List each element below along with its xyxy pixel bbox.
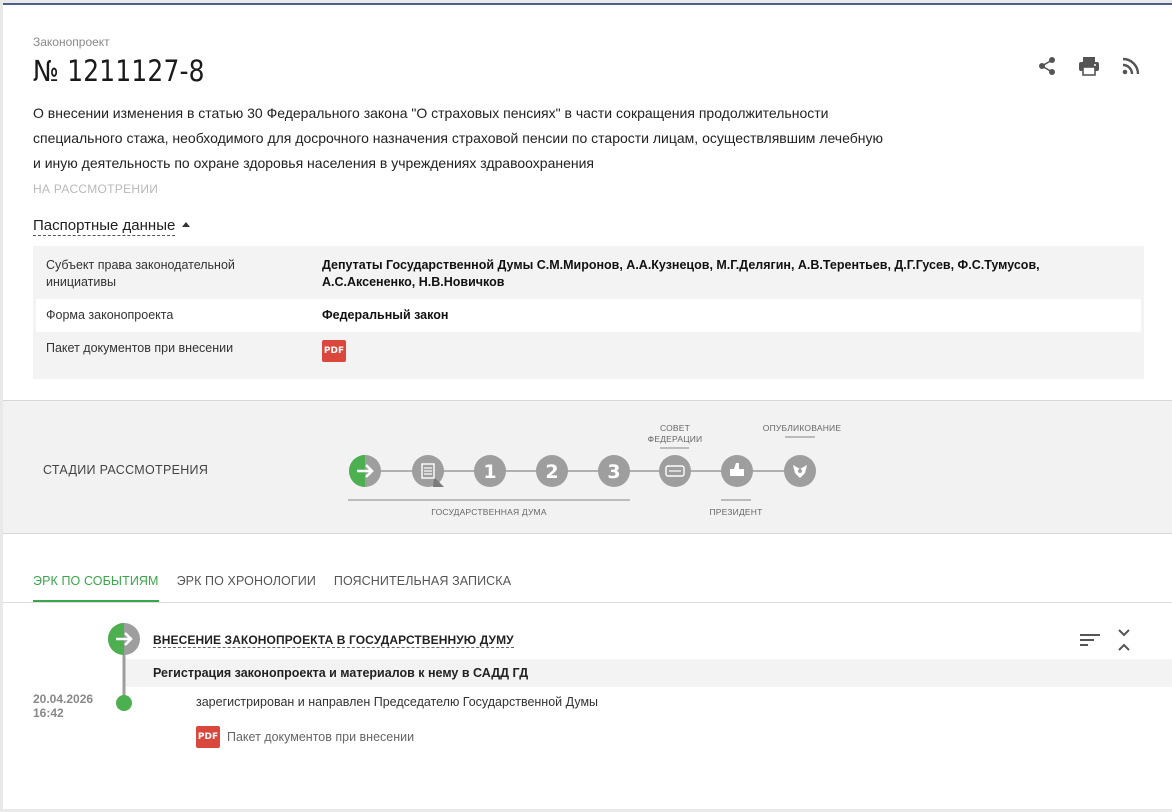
passport-value: Депутаты Государственной Думы С.М.Мироно… — [322, 258, 1040, 289]
passport-key: Форма законопроекта — [46, 308, 174, 322]
bill-number: № 1211127-8 — [33, 54, 205, 88]
share-icon[interactable] — [1036, 55, 1058, 77]
tabs: ЭРК ПО СОБЫТИЯМ ЭРК ПО ХРОНОЛОГИИ ПОЯСНИ… — [33, 574, 511, 602]
event-title[interactable]: ВНЕСЕНИЕ ЗАКОНОПРОЕКТА В ГОСУДАРСТВЕННУЮ… — [153, 633, 514, 648]
passport-table: Субъект права законодательной инициативы… — [33, 246, 1144, 379]
event-document-link[interactable]: PDF Пакет документов при внесении — [196, 726, 414, 748]
event-text: зарегистрирован и направлен Председателю… — [196, 695, 599, 709]
event-subtitle-row: Регистрация законопроекта и материалов к… — [123, 659, 1172, 687]
passport-row: Форма законопроекта Федеральный закон — [36, 299, 1141, 332]
stage-caption-council: СОВЕТ ФЕДЕРАЦИИ — [647, 423, 703, 444]
passport-key: Пакет документов при внесении — [46, 341, 234, 355]
toolbar — [1036, 55, 1142, 77]
status-badge: НА РАССМОТРЕНИИ — [33, 182, 159, 196]
rss-icon[interactable] — [1120, 55, 1142, 77]
event-stage-icon — [108, 623, 140, 655]
passport-row: Субъект права законодательной инициативы… — [36, 249, 1141, 299]
svg-text:3: 3 — [607, 461, 620, 483]
sort-icon[interactable] — [1080, 628, 1100, 652]
stage-caption-duma: ГОСУДАРСТВЕННАЯ ДУМА — [431, 507, 547, 517]
stage-caption-publication: ОПУБЛИКОВАНИЕ — [762, 423, 842, 433]
bill-description: О внесении изменения в статью 30 Федерал… — [33, 105, 883, 171]
passport-row: Пакет документов при внесении PDF — [36, 332, 1141, 376]
stage-node-preliminary[interactable] — [412, 455, 444, 487]
caret-up-icon — [182, 222, 191, 227]
stages-panel: СТАДИИ РАССМОТРЕНИЯ 1 2 3 ГОСУДАРСТВЕННА… — [3, 400, 1172, 534]
passport-value: Федеральный закон — [322, 308, 449, 322]
bill-kicker: Законопроект — [33, 35, 110, 49]
event-dot-icon — [116, 695, 132, 711]
event-timeline — [108, 623, 140, 711]
passport-toggle[interactable]: Паспортные данные — [33, 217, 191, 236]
event-time: 16:42 — [33, 706, 64, 720]
event-subtitle: Регистрация законопроекта и материалов к… — [153, 666, 529, 680]
stage-node-registration[interactable] — [349, 455, 381, 487]
tabs-divider — [3, 602, 1172, 603]
stage-node-president[interactable] — [721, 455, 753, 487]
stage-node-reading-3[interactable]: 3 — [598, 455, 630, 487]
event-datetime: 20.04.2026 16:42 — [33, 692, 93, 720]
stage-node-reading-1[interactable]: 1 — [474, 455, 506, 487]
stage-caption-president: ПРЕЗИДЕНТ — [709, 507, 763, 517]
svg-text:2: 2 — [545, 461, 558, 483]
pdf-icon: PDF — [196, 726, 220, 748]
passport-key: Субъект права законодательной инициативы — [46, 258, 235, 289]
stages-track: 1 2 3 — [348, 436, 816, 501]
pdf-icon[interactable]: PDF — [322, 340, 346, 362]
tab-chronology[interactable]: ЭРК ПО ХРОНОЛОГИИ — [177, 574, 316, 602]
tab-explanatory-note[interactable]: ПОЯСНИТЕЛЬНАЯ ЗАПИСКА — [334, 574, 511, 602]
tab-events[interactable]: ЭРК ПО СОБЫТИЯМ — [33, 574, 159, 602]
bill-card: Законопроект № 1211127-8 О внесении изме… — [3, 3, 1172, 809]
event-date: 20.04.2026 — [33, 692, 94, 706]
svg-text:1: 1 — [483, 461, 496, 483]
stage-node-publication[interactable] — [784, 455, 816, 487]
collapse-icon[interactable] — [1114, 628, 1134, 652]
stage-node-reading-2[interactable]: 2 — [536, 455, 568, 487]
passport-toggle-label: Паспортные данные — [33, 217, 176, 236]
stage-node-federation-council[interactable] — [659, 455, 691, 487]
event-tools — [1080, 628, 1134, 652]
passport-value: PDF — [314, 332, 1141, 376]
event-document-label: Пакет документов при внесении — [227, 730, 415, 744]
print-icon[interactable] — [1078, 55, 1100, 77]
